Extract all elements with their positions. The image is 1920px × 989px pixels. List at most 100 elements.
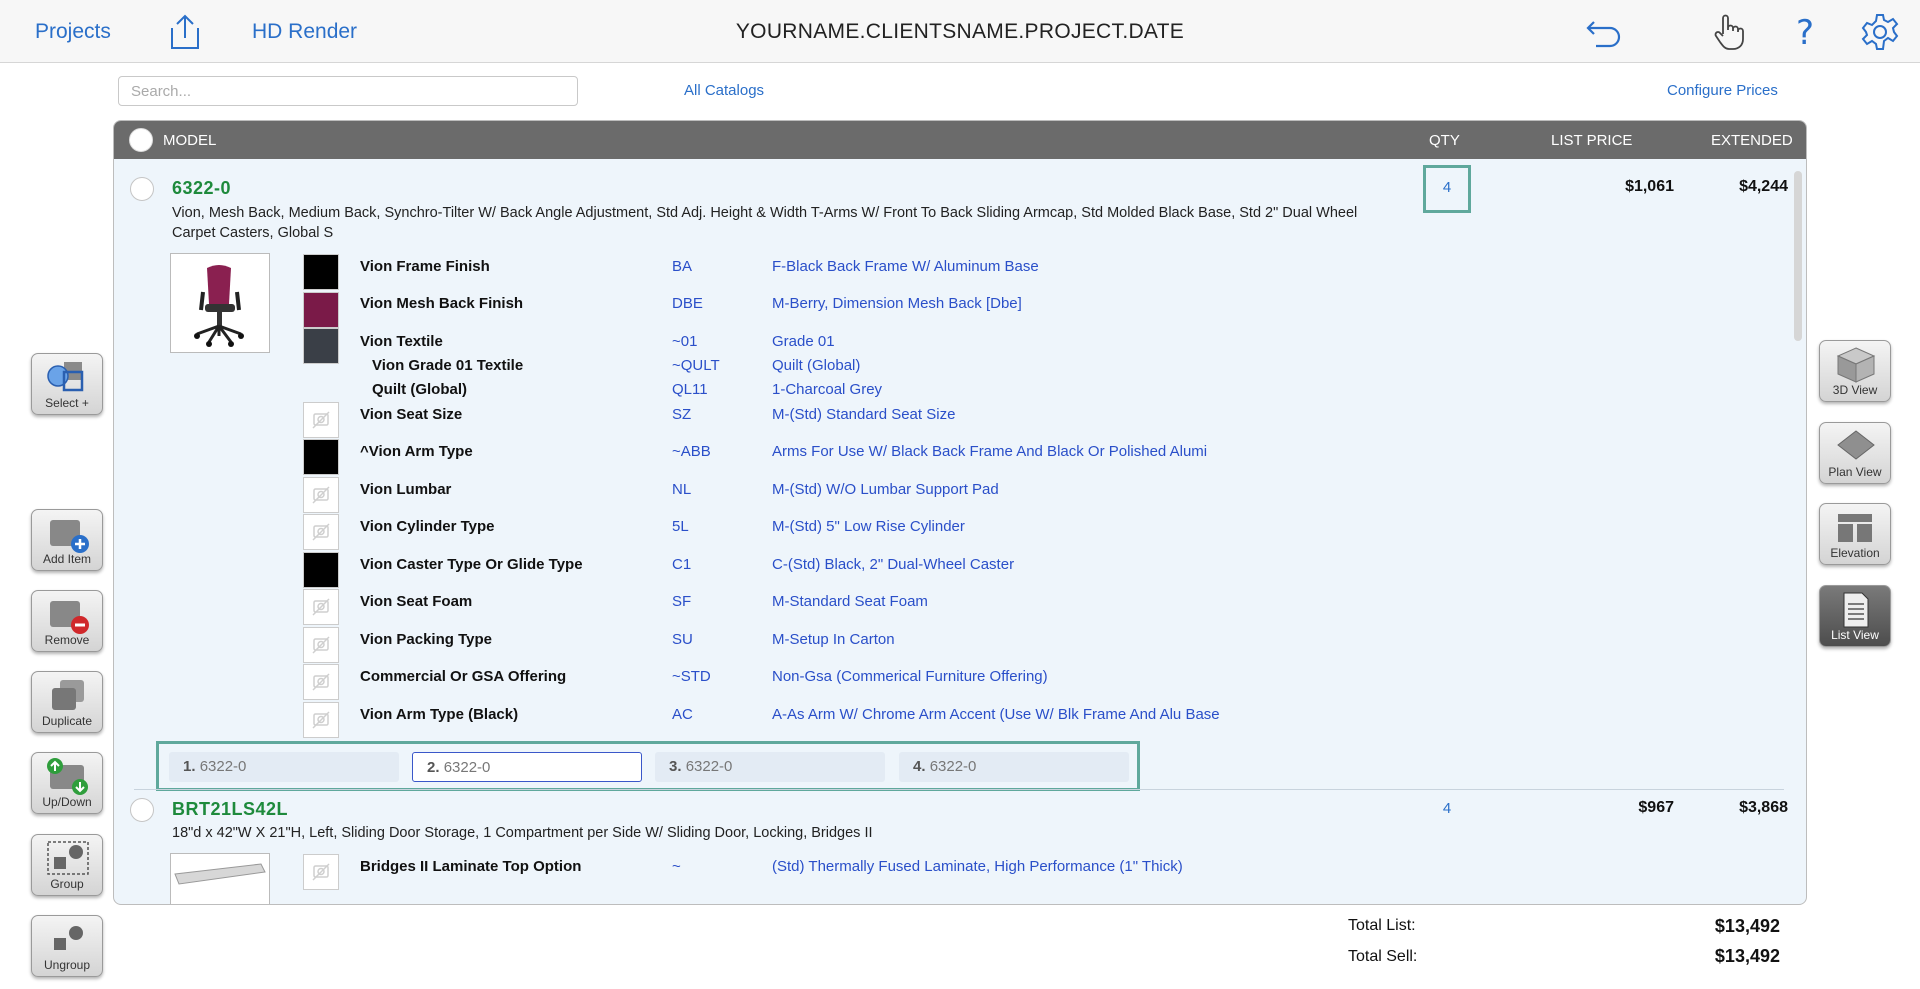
top-bar: Projects HD Render YOURNAME.CLIENTSNAME.… <box>0 0 1920 63</box>
option-name: Vion Grade 01 Textile <box>372 357 524 374</box>
option-value[interactable]: F-Black Back Frame W/ Aluminum Base <box>772 258 1039 275</box>
option-code[interactable]: ~STD <box>672 668 711 685</box>
option-value[interactable]: 1-Charcoal Grey <box>772 381 882 398</box>
option-value[interactable]: M-Setup In Carton <box>772 631 895 648</box>
undo-icon[interactable] <box>1584 12 1624 52</box>
option-name: Vion Cylinder Type <box>360 518 495 535</box>
option-code[interactable]: SZ <box>672 406 691 423</box>
instance-tab-1[interactable]: 1. 6322-0 <box>169 752 399 782</box>
option-name: Vion Arm Type (Black) <box>360 706 519 723</box>
list-view-button[interactable]: List View <box>1819 585 1891 647</box>
option-value[interactable]: M-(Std) 5" Low Rise Cylinder <box>772 518 965 535</box>
instance-tab-3[interactable]: 3. 6322-0 <box>655 752 885 782</box>
3d-view-label: 3D View <box>1832 383 1878 397</box>
item-qty[interactable]: 4 <box>1423 179 1471 196</box>
option-name: Vion Textile <box>360 333 443 350</box>
header-qty: QTY <box>1429 132 1460 149</box>
option-name: Vion Mesh Back Finish <box>360 295 524 312</box>
option-code[interactable]: C1 <box>672 556 691 573</box>
remove-button[interactable]: Remove <box>31 590 103 652</box>
item-select-radio[interactable] <box>130 798 154 822</box>
share-icon[interactable] <box>164 12 204 52</box>
add-item-button[interactable]: Add Item <box>31 509 103 571</box>
instance-label: 6322-0 <box>685 758 733 775</box>
instance-num: 3. <box>669 758 682 775</box>
instance-tab-4[interactable]: 4. 6322-0 <box>899 752 1129 782</box>
duplicate-button[interactable]: Duplicate <box>31 671 103 733</box>
option-name: Commercial Or GSA Offering <box>360 668 567 685</box>
option-code[interactable]: BA <box>672 258 692 275</box>
touch-hand-icon[interactable] <box>1709 12 1749 52</box>
item-select-radio[interactable] <box>130 177 154 201</box>
option-value[interactable]: A-As Arm W/ Chrome Arm Accent (Use W/ Bl… <box>772 706 1220 723</box>
option-name: Vion Caster Type Or Glide Type <box>360 556 583 573</box>
option-value[interactable]: Non-Gsa (Commerical Furniture Offering) <box>772 668 1048 685</box>
option-code[interactable]: SF <box>672 593 691 610</box>
select-plus-button[interactable]: Select + <box>31 353 103 415</box>
option-value[interactable]: Quilt (Global) <box>772 357 860 374</box>
option-code[interactable]: SU <box>672 631 693 648</box>
instance-tabs-highlight: 1. 6322-0 2. 6322-0 3. 6322-0 4. 6322-0 <box>156 741 1140 791</box>
caster-swatch-black <box>303 552 339 588</box>
option-value[interactable]: Grade 01 <box>772 333 835 350</box>
option-code[interactable]: QL11 <box>672 381 708 398</box>
select-plus-label: Select + <box>45 396 89 410</box>
option-value[interactable]: Arms For Use W/ Black Back Frame And Bla… <box>772 443 1207 460</box>
search-input[interactable] <box>118 76 578 106</box>
up-down-label: Up/Down <box>42 795 92 809</box>
chair-thumbnail[interactable] <box>170 253 270 353</box>
option-value[interactable]: C-(Std) Black, 2" Dual-Wheel Caster <box>772 556 1014 573</box>
item-model[interactable]: 6322-0 <box>172 178 231 199</box>
option-code[interactable]: 5L <box>672 518 689 535</box>
group-button[interactable]: Group <box>31 834 103 896</box>
ungroup-button[interactable]: Ungroup <box>31 915 103 977</box>
instance-tab-2[interactable]: 2. 6322-0 <box>412 752 642 782</box>
option-code[interactable]: DBE <box>672 295 703 312</box>
option-name: ^Vion Arm Type <box>360 443 473 460</box>
elevation-button[interactable]: Elevation <box>1819 503 1891 565</box>
up-down-button[interactable]: Up/Down <box>31 752 103 814</box>
option-code[interactable]: NL <box>672 481 691 498</box>
option-name: Vion Frame Finish <box>360 258 490 275</box>
plan-view-button[interactable]: Plan View <box>1819 422 1891 484</box>
select-all-radio[interactable] <box>129 128 153 152</box>
projects-link[interactable]: Projects <box>35 20 111 44</box>
header-model: MODEL <box>163 132 217 149</box>
item-model[interactable]: BRT21LS42L <box>172 799 288 820</box>
instance-num: 1. <box>183 758 196 775</box>
all-catalogs-link[interactable]: All Catalogs <box>684 82 764 99</box>
option-value[interactable]: M-Standard Seat Foam <box>772 593 928 610</box>
instance-num: 4. <box>913 758 926 775</box>
option-value[interactable]: M-(Std) W/O Lumbar Support Pad <box>772 481 999 498</box>
configure-prices-link[interactable]: Configure Prices <box>1667 82 1778 99</box>
group-label: Group <box>50 877 84 891</box>
hd-render-link[interactable]: HD Render <box>252 20 357 44</box>
no-image-icon <box>303 854 339 890</box>
option-value[interactable]: M-Berry, Dimension Mesh Back [Dbe] <box>772 295 1022 312</box>
option-code[interactable]: AC <box>672 706 693 723</box>
no-image-icon <box>303 589 339 625</box>
arm-swatch-black <box>303 439 339 475</box>
option-code[interactable]: ~01 <box>672 333 697 350</box>
option-value[interactable]: M-(Std) Standard Seat Size <box>772 406 955 423</box>
3d-view-button[interactable]: 3D View <box>1819 340 1891 402</box>
option-code[interactable]: ~ABB <box>672 443 711 460</box>
row-divider <box>134 789 1784 790</box>
help-icon[interactable]: ? <box>1785 12 1825 53</box>
scrollbar[interactable] <box>1794 171 1802 341</box>
no-image-icon <box>303 664 339 700</box>
item-qty[interactable]: 4 <box>1423 800 1471 817</box>
table-header: MODEL QTY LIST PRICE EXTENDED <box>114 121 1806 159</box>
gear-icon[interactable] <box>1860 12 1900 52</box>
option-code[interactable]: ~QULT <box>672 357 720 374</box>
ungroup-label: Ungroup <box>43 958 91 972</box>
duplicate-label: Duplicate <box>41 714 93 728</box>
finish-swatch-black <box>303 254 339 290</box>
option-code[interactable]: ~ <box>672 858 681 875</box>
no-image-icon <box>303 477 339 513</box>
instance-label: 6322-0 <box>443 759 491 776</box>
option-value[interactable]: (Std) Thermally Fused Laminate, High Per… <box>772 858 1183 875</box>
storage-thumbnail[interactable] <box>170 853 270 904</box>
item-description: 18"d x 42"W X 21"H, Left, Sliding Door S… <box>172 825 873 841</box>
mesh-swatch-berry <box>303 292 339 328</box>
